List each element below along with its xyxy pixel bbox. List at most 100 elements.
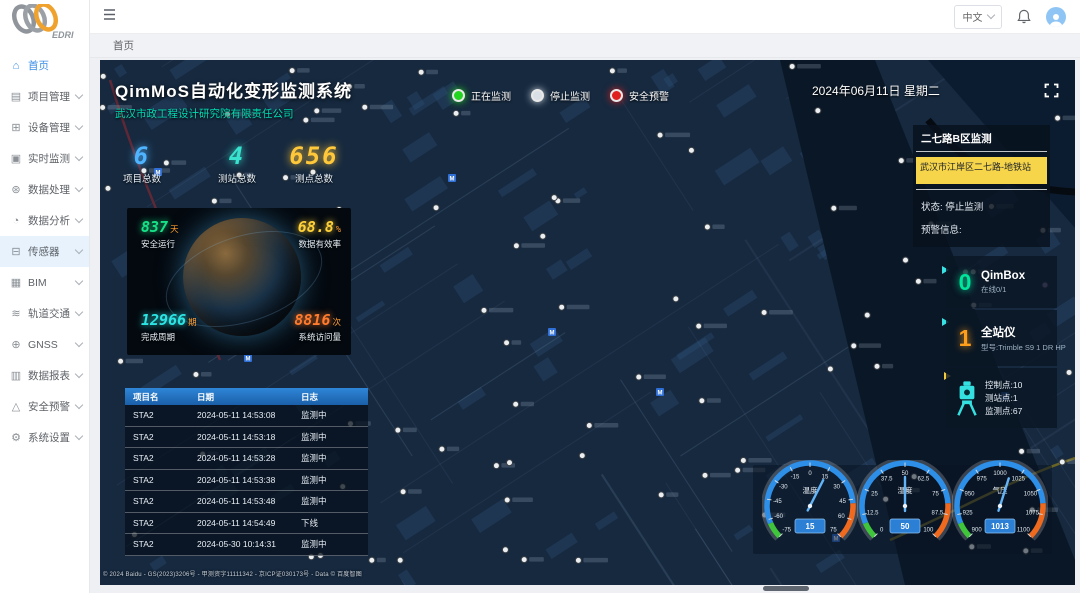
svg-text:M: M bbox=[550, 331, 555, 337]
svg-text:25: 25 bbox=[871, 491, 878, 497]
log-table: 项目名日期日志 STA22024-05-11 14:53:08监测中STA220… bbox=[125, 388, 368, 556]
device-subtext: 在线0/1 bbox=[981, 284, 1025, 295]
fullscreen-button[interactable] bbox=[1044, 83, 1059, 98]
stat-label: 项目总数 bbox=[100, 171, 184, 185]
chevron-down-icon bbox=[75, 215, 83, 223]
svg-text:75: 75 bbox=[932, 491, 939, 497]
user-avatar[interactable] bbox=[1046, 7, 1066, 27]
rail-icon: ≋ bbox=[9, 307, 23, 320]
log-table-row[interactable]: STA22024-05-11 14:53:08监测中 bbox=[125, 405, 368, 427]
tab-home[interactable]: 首页 bbox=[113, 38, 134, 53]
log-table-row[interactable]: STA22024-05-11 14:53:48监测中 bbox=[125, 491, 368, 513]
sidebar-item-home[interactable]: ⌂首页 bbox=[0, 50, 89, 81]
svg-text:-15: -15 bbox=[791, 475, 800, 481]
log-project-cell: STA2 bbox=[125, 518, 197, 528]
log-table-row[interactable]: STA22024-05-11 14:54:49下线 bbox=[125, 513, 368, 535]
stat-label: 测站总数 bbox=[195, 171, 279, 185]
sidebar-item-gnss[interactable]: ⊕GNSS bbox=[0, 329, 89, 360]
sidebar-item-label: 首页 bbox=[28, 58, 82, 73]
gnss-icon: ⊕ bbox=[9, 338, 23, 351]
sidebar-item-label: 项目管理 bbox=[28, 89, 76, 104]
log-status-cell: 监测中 bbox=[301, 474, 361, 486]
gauge-湿度: 012.52537.55062.57587.5100湿度50 bbox=[857, 460, 953, 556]
log-project-cell: STA2 bbox=[125, 496, 197, 506]
sidebar-item-label: 设备管理 bbox=[28, 120, 76, 135]
sidebar-item-settings[interactable]: ⚙系统设置 bbox=[0, 422, 89, 453]
point-stats-panel: 控制点:10测站点:1监测点:67 bbox=[946, 368, 1057, 428]
stat-value: 6 bbox=[100, 143, 184, 169]
notification-bell-icon[interactable] bbox=[1017, 9, 1031, 24]
divider bbox=[916, 189, 1047, 190]
sidebar-item-sensor[interactable]: ⊟传感器 bbox=[0, 236, 89, 267]
device-name: QimBox bbox=[981, 270, 1025, 282]
log-table-row[interactable]: STA22024-05-11 14:53:38监测中 bbox=[125, 470, 368, 492]
overview-stat-value: 837 bbox=[141, 218, 168, 236]
sensor-icon: ⊟ bbox=[9, 245, 23, 258]
station-panel-title: 二七路B区监测 bbox=[916, 131, 1047, 146]
settings-icon: ⚙ bbox=[9, 431, 23, 444]
overview-stat-label: 完成周期 bbox=[141, 331, 197, 343]
log-status-cell: 监测中 bbox=[301, 452, 361, 464]
svg-text:-30: -30 bbox=[779, 485, 788, 491]
station-warning-line: 预警信息: bbox=[916, 222, 1047, 236]
user-icon bbox=[1048, 12, 1064, 27]
log-date-cell: 2024-05-11 14:53:08 bbox=[197, 410, 301, 420]
chevron-down-icon bbox=[75, 91, 83, 99]
sidebar-item-process[interactable]: ⊛数据处理 bbox=[0, 174, 89, 205]
log-table-row[interactable]: STA22024-05-30 10:14:31监测中 bbox=[125, 534, 368, 556]
device-name: 全站仪 bbox=[981, 324, 1066, 340]
dashboard-title: QimMoS自动化变形监测系统 bbox=[115, 77, 352, 102]
sidebar-item-report[interactable]: ▥数据报表 bbox=[0, 360, 89, 391]
overview-stat: 8816次系统访问量 bbox=[294, 311, 341, 343]
sidebar-item-device[interactable]: ⊞ 设备管理 bbox=[0, 112, 89, 143]
stat-item: 4测站总数 bbox=[195, 143, 279, 185]
logo-text: EDRI bbox=[52, 30, 74, 40]
sidebar-collapse-button[interactable] bbox=[102, 7, 117, 27]
log-table-column: 日期 bbox=[197, 391, 301, 403]
legend-item: 停止监测 bbox=[531, 88, 590, 103]
map-canvas[interactable]: MMMMMMM QimMoS自动化变形监测系统 武汉市政工程设计研究院有限责任公… bbox=[100, 60, 1075, 585]
chevron-down-icon bbox=[986, 11, 994, 19]
sidebar-item-rail[interactable]: ≋轨道交通 bbox=[0, 298, 89, 329]
stat-item: 6 项目总数 bbox=[100, 143, 184, 185]
main-content: MMMMMMM QimMoS自动化变形监测系统 武汉市政工程设计研究院有限责任公… bbox=[90, 58, 1080, 593]
divider bbox=[916, 151, 1047, 152]
svg-text:62.5: 62.5 bbox=[917, 477, 929, 483]
legend-label: 正在监测 bbox=[471, 88, 511, 103]
legend-dot-icon bbox=[610, 89, 623, 102]
sidebar-item-monitor[interactable]: ▣实时监测 bbox=[0, 143, 89, 174]
app-logo: EDRI bbox=[0, 0, 89, 50]
horizontal-scrollbar[interactable] bbox=[763, 586, 809, 591]
chevron-down-icon bbox=[75, 153, 83, 161]
stat-label: 测点总数 bbox=[272, 171, 356, 185]
sidebar-item-analysis[interactable]: ◔数据分析 bbox=[0, 205, 89, 236]
sidebar-item-project[interactable]: ▤项目管理 bbox=[0, 81, 89, 112]
svg-text:M: M bbox=[246, 357, 251, 363]
language-value: 中文 bbox=[963, 9, 983, 24]
device-count: 1 bbox=[949, 325, 981, 352]
log-project-cell: STA2 bbox=[125, 453, 197, 463]
svg-text:45: 45 bbox=[839, 499, 846, 505]
log-date-cell: 2024-05-11 14:53:28 bbox=[197, 453, 301, 463]
svg-text:60: 60 bbox=[838, 514, 845, 520]
log-table-column: 日志 bbox=[301, 391, 361, 403]
overview-stat-unit: 期 bbox=[188, 318, 197, 328]
chevron-down-icon bbox=[75, 122, 83, 130]
sidebar-item-label: 安全预警 bbox=[28, 399, 76, 414]
log-status-cell: 监测中 bbox=[301, 409, 361, 421]
log-table-row[interactable]: STA22024-05-11 14:53:18监测中 bbox=[125, 427, 368, 449]
svg-text:M: M bbox=[450, 177, 455, 183]
legend-item: 正在监测 bbox=[452, 88, 511, 103]
chevron-down-icon bbox=[75, 308, 83, 316]
svg-text:75: 75 bbox=[830, 527, 837, 533]
device-icon: ⊞ bbox=[9, 121, 23, 134]
log-table-row[interactable]: STA22024-05-11 14:53:28监测中 bbox=[125, 448, 368, 470]
sidebar-item-alert[interactable]: △安全预警 bbox=[0, 391, 89, 422]
svg-text:M: M bbox=[658, 391, 663, 397]
sidebar-item-label: BIM bbox=[28, 277, 76, 289]
language-selector[interactable]: 中文 bbox=[954, 5, 1002, 29]
environment-gauges-panel: -75-60-45-30-1501530456075温度15012.52537.… bbox=[753, 465, 1052, 554]
overview-stat: 12966期完成周期 bbox=[141, 311, 197, 343]
station-selector[interactable]: 武汉市江岸区二七路-地铁站 bbox=[916, 157, 1047, 184]
sidebar-item-bim[interactable]: ▦BIM bbox=[0, 267, 89, 298]
